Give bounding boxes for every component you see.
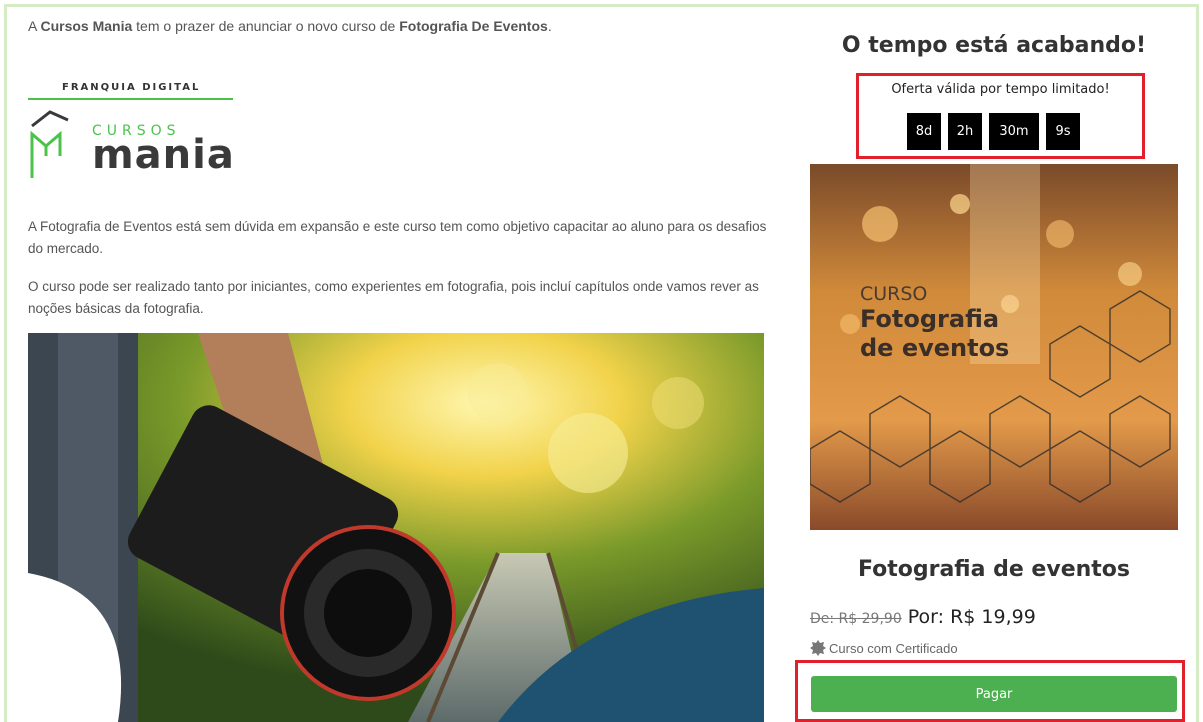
countdown-box: Oferta válida por tempo limitado! 8d 2h … [856,73,1145,159]
pay-button[interactable]: Pagar [811,676,1177,712]
offer-text: Oferta válida por tempo limitado! [891,82,1110,97]
price-block: De: R$ 29,90 Por: R$ 19,99 [810,606,1036,628]
intro-brand: Cursos Mania [40,18,133,34]
certificate-info: Curso com Certificado [810,640,958,656]
logo-franchise-a: FRANQUIA [62,82,143,93]
course-photo [28,333,764,722]
countdown-minutes: 30m [989,113,1039,150]
intro-middle: tem o prazer de anunciar o novo curso de [132,18,400,34]
logo-franchise-text: FRANQUIA DIGITAL [62,82,200,93]
cursos-mania-logo: FRANQUIA DIGITAL CURSOS mania [28,80,238,180]
countdown-hours: 2h [948,113,982,150]
intro-text: A Cursos Mania tem o prazer de anunciar … [28,18,552,34]
course-cover-label: CURSO Fotografia de eventos [860,283,1009,363]
description-paragraph-2: O curso pode ser realizado tanto por ini… [28,279,759,316]
logo-franchise-b: DIGITAL [142,82,201,93]
description-paragraph-1: A Fotografia de Eventos está sem dúvida … [28,219,767,256]
logo-mania-text: mania [92,132,235,178]
logo-book-icon [30,110,69,178]
intro-suffix: . [547,18,552,34]
new-price: Por: R$ 19,99 [901,606,1036,628]
countdown-days: 8d [907,113,941,150]
product-title: Fotografia de eventos [857,557,1131,582]
old-price: De: R$ 29,90 [810,611,902,627]
logo-underline [28,98,233,100]
intro-prefix: A [28,18,41,34]
course-cover-line1: CURSO [860,283,928,305]
urgency-title: O tempo está acabando! [841,33,1147,58]
pay-highlight: Pagar [795,660,1185,722]
certificate-text: Curso com Certificado [829,640,958,656]
course-cover-line2: Fotografia [860,305,1000,333]
certificate-badge-icon [810,640,826,656]
countdown-timer: 8d 2h 30m 9s [907,113,1080,150]
countdown-seconds: 9s [1046,113,1080,150]
photographer-with-camera-image [28,333,764,722]
intro-course: Fotografia De Eventos [399,18,548,34]
course-cover-line3: de eventos [860,334,1010,362]
